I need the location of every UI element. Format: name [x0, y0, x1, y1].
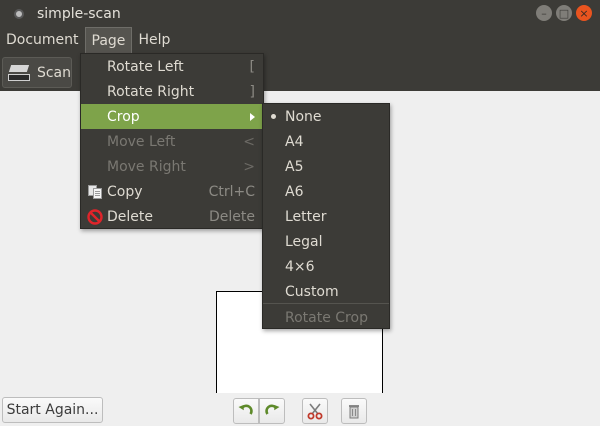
window-title: simple-scan: [37, 5, 121, 22]
rotate-right-accel: ]: [249, 83, 255, 100]
app-icon: [14, 8, 24, 19]
crop-button[interactable]: [302, 398, 328, 424]
crop-letter-label: Letter: [285, 208, 327, 225]
crop-4x6-label: 4×6: [285, 258, 315, 275]
submenu-arrow-icon: [250, 112, 255, 121]
crop-a6-label: A6: [285, 183, 304, 200]
menu-item-crop[interactable]: Crop: [81, 104, 263, 129]
scan-label: Scan: [36, 64, 71, 81]
menu-document[interactable]: Document: [0, 27, 85, 53]
delete-icon: [87, 208, 103, 225]
scanner-icon: [8, 64, 30, 82]
crop-option-a5[interactable]: A5: [263, 154, 389, 179]
bottom-bar: Start Again...: [0, 393, 600, 426]
rotate-right-icon: [265, 404, 280, 415]
menu-item-move-left: Move Left <: [81, 129, 263, 154]
menu-separator: [263, 303, 389, 304]
rotate-crop-label: Rotate Crop: [285, 309, 368, 326]
move-right-label: Move Right: [107, 158, 186, 175]
move-left-accel: <: [243, 133, 255, 150]
move-right-accel: >: [243, 158, 255, 175]
minimize-icon[interactable]: –: [536, 5, 552, 21]
crop-option-custom[interactable]: Custom: [263, 279, 389, 304]
crop-legal-label: Legal: [285, 233, 323, 250]
delete-accel: Delete: [209, 208, 255, 225]
crop-custom-label: Custom: [285, 283, 339, 300]
crop-option-a4[interactable]: A4: [263, 129, 389, 154]
selected-bullet-icon: [271, 114, 276, 119]
menu-help[interactable]: Help: [132, 27, 176, 53]
copy-accel: Ctrl+C: [208, 183, 255, 200]
maximize-icon[interactable]: □: [556, 5, 572, 21]
close-icon[interactable]: ×: [576, 5, 592, 21]
menu-item-delete[interactable]: Delete Delete: [81, 204, 263, 229]
crop-a5-label: A5: [285, 158, 304, 175]
start-again-button[interactable]: Start Again...: [2, 397, 103, 423]
crop-label: Crop: [107, 108, 140, 125]
crop-submenu: None A4 A5 A6 Letter Legal 4×6 Custom Ro…: [262, 103, 390, 329]
crop-option-letter[interactable]: Letter: [263, 204, 389, 229]
rotate-left-accel: [: [249, 58, 255, 75]
crop-option-a6[interactable]: A6: [263, 179, 389, 204]
menu-item-copy[interactable]: Copy Ctrl+C: [81, 179, 263, 204]
menu-item-rotate-left[interactable]: Rotate Left [: [81, 54, 263, 79]
rotate-left-label: Rotate Left: [107, 58, 184, 75]
delete-page-button[interactable]: [341, 398, 367, 424]
title-bar: simple-scan – □ ×: [0, 0, 600, 27]
menu-bar: Document Page Help: [0, 27, 600, 53]
crop-a4-label: A4: [285, 133, 304, 150]
crop-none-label: None: [285, 108, 322, 125]
menu-item-move-right: Move Right >: [81, 154, 263, 179]
window-controls: – □ ×: [536, 5, 592, 21]
page-menu: Rotate Left [ Rotate Right ] Crop Move L…: [80, 53, 264, 229]
delete-label: Delete: [107, 208, 153, 225]
rotate-right-button[interactable]: [259, 398, 285, 424]
rotate-right-label: Rotate Right: [107, 83, 195, 100]
rotate-left-icon: [238, 404, 253, 415]
copy-icon: [88, 184, 102, 199]
crop-option-none[interactable]: None: [263, 104, 389, 129]
rotate-left-button[interactable]: [233, 398, 259, 424]
copy-label: Copy: [107, 183, 143, 200]
menu-item-rotate-right[interactable]: Rotate Right ]: [81, 79, 263, 104]
crop-option-4x6[interactable]: 4×6: [263, 254, 389, 279]
crop-option-rotate-crop: Rotate Crop: [263, 305, 389, 330]
trash-icon: [349, 405, 359, 419]
scan-button[interactable]: Scan: [2, 57, 72, 88]
move-left-label: Move Left: [107, 133, 176, 150]
menu-page[interactable]: Page: [84, 27, 133, 53]
scissors-icon: [307, 403, 323, 420]
crop-option-legal[interactable]: Legal: [263, 229, 389, 254]
